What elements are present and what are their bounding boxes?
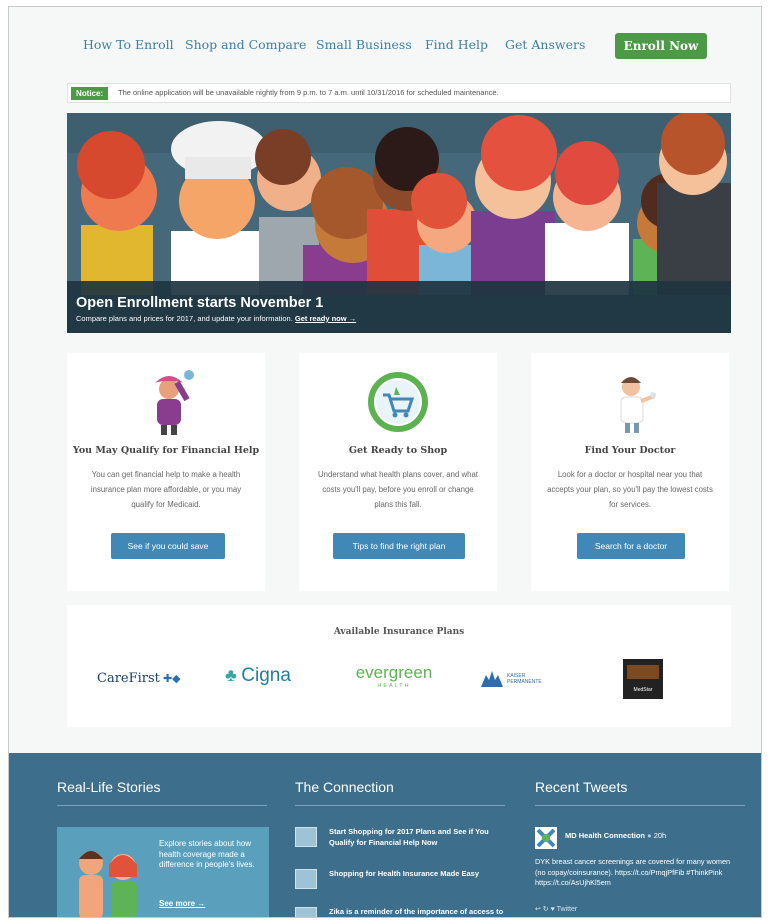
article-title: Zika is a reminder of the importance of … [329, 907, 504, 916]
card-body: Look for a doctor or hospital near you t… [547, 470, 713, 509]
enroll-now-button[interactable]: Enroll Now [615, 33, 707, 59]
notice-text: The online application will be unavailab… [118, 88, 499, 97]
tips-to-find-right-plan-button[interactable]: Tips to find the right plan [333, 533, 465, 559]
tweet-actions[interactable]: ↩ ↻ ♥ Twitter [535, 905, 577, 913]
financial-help-card: You May Qualify for Financial Help You c… [67, 353, 265, 591]
notice-tag: Notice: [71, 87, 109, 100]
nav-get-answers[interactable]: Get Answers [505, 37, 585, 52]
search-for-a-doctor-button[interactable]: Search for a doctor [577, 533, 685, 559]
find-your-doctor-card: Find Your Doctor Look for a doctor or ho… [531, 353, 729, 591]
see-if-you-could-save-button[interactable]: See if you could save [111, 533, 225, 559]
get-ready-to-shop-card: Get Ready to Shop Understand what health… [299, 353, 497, 591]
article-thumbnail [295, 827, 317, 847]
cigna-logo[interactable]: ♣ Cigna [225, 665, 291, 687]
footer: Real-Life Stories The Connection Recent … [9, 753, 761, 917]
family-illustration [79, 851, 137, 917]
divider [535, 805, 745, 806]
hero-caption: Open Enrollment starts November 1 Compar… [67, 281, 731, 333]
hero-banner: Open Enrollment starts November 1 Compar… [67, 113, 731, 333]
recent-tweets-title: Recent Tweets [535, 779, 628, 795]
article-title: Shopping for Health Insurance Made Easy [329, 869, 480, 878]
nav-how-to-enroll[interactable]: How To Enroll [83, 37, 174, 52]
card-body: You can get financial help to make a hea… [90, 470, 242, 509]
see-more-link[interactable]: See more → [159, 899, 205, 908]
notice-bar: Notice: The online application will be u… [67, 83, 731, 103]
medstar-logo[interactable]: MedStar [623, 659, 663, 699]
doctor-icon [620, 377, 656, 433]
nav-shop-and-compare[interactable]: Shop and Compare [185, 37, 306, 52]
stories-text: Explore stories about how health coverag… [159, 839, 255, 869]
hero-title: Open Enrollment starts November 1 [76, 295, 324, 311]
real-life-stories-title: Real-Life Stories [57, 779, 161, 795]
woman-waving-icon [155, 370, 194, 435]
md-health-connection-logo-icon [535, 827, 557, 849]
get-ready-now-link[interactable]: Get ready now → [295, 314, 356, 323]
stories-promo: Explore stories about how health coverag… [57, 827, 269, 917]
kaiser-permanente-logo[interactable]: KAISER PERMANENTE [481, 671, 542, 692]
carefirst-logo[interactable]: CareFirst ✚◆ [97, 669, 181, 687]
twitter-avatar[interactable] [535, 827, 557, 849]
evergreen-logo[interactable]: evergreen HEALTH [349, 663, 439, 689]
plans-title: Available Insurance Plans [333, 627, 465, 637]
tweet-author[interactable]: MD Health Connection ● 20h [565, 831, 666, 840]
kaiser-icon [481, 671, 503, 687]
card-body: Understand what health plans cover, and … [318, 470, 478, 509]
card-title: Get Ready to Shop [348, 445, 448, 456]
hero-subtitle-text: Compare plans and prices for 2017, and u… [76, 314, 293, 323]
shopping-cart-icon [368, 372, 428, 432]
article-thumbnail [295, 907, 317, 917]
the-connection-title: The Connection [295, 779, 394, 795]
article-thumbnail [295, 869, 317, 889]
tweet-time: 20h [653, 831, 667, 840]
article-title: Start Shopping for 2017 Plans and See if… [329, 827, 489, 847]
nav-small-business[interactable]: Small Business [316, 37, 412, 52]
verified-icon: ● [647, 831, 652, 840]
main-nav: How To Enroll Shop and Compare Small Bus… [9, 29, 761, 63]
person-figure-10 [657, 113, 731, 295]
chef-figure [171, 121, 267, 295]
insurance-plans-section: Available Insurance Plans CareFirst ✚◆ ♣… [67, 605, 731, 727]
card-title: You May Qualify for Financial Help [72, 445, 260, 456]
page-frame: How To Enroll Shop and Compare Small Bus… [8, 6, 762, 918]
tweet-text: DYK breast cancer screenings are covered… [535, 857, 731, 887]
card-title: Find Your Doctor [584, 445, 676, 456]
divider [295, 805, 505, 806]
nav-find-help[interactable]: Find Help [425, 37, 488, 52]
divider [57, 805, 267, 806]
hero-subtitle: Compare plans and prices for 2017, and u… [76, 314, 356, 323]
